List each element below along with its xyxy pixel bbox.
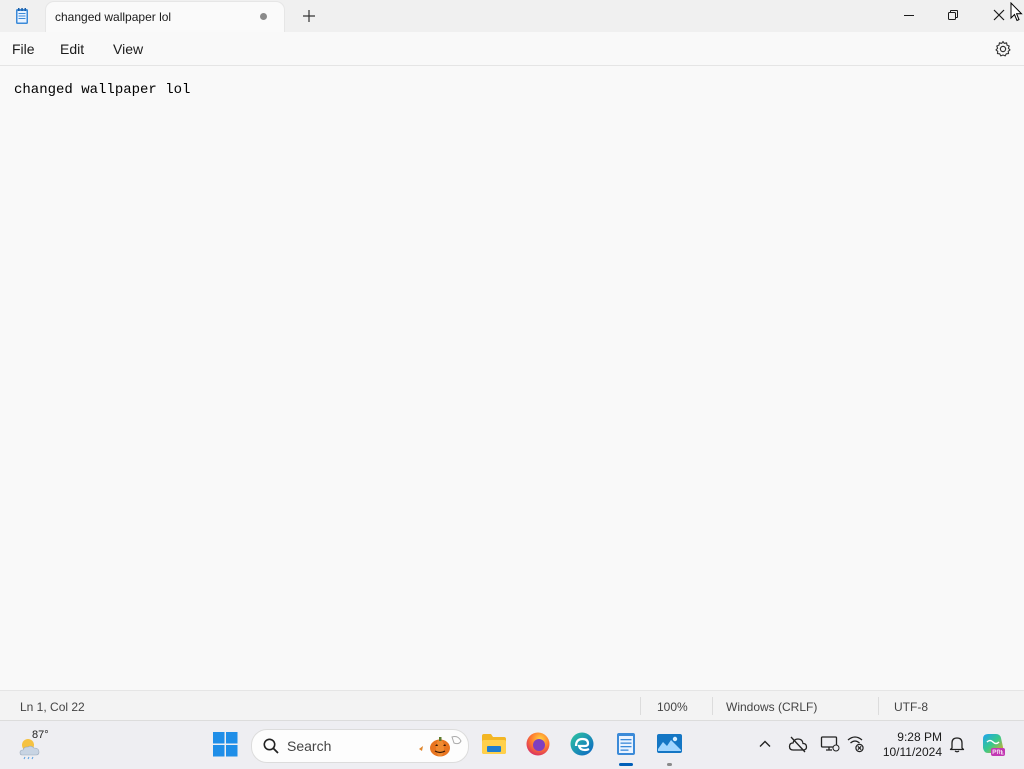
running-app-indicator (667, 763, 672, 766)
unsaved-dot-icon[interactable] (260, 13, 267, 20)
zoom-level[interactable]: 100% (657, 700, 688, 714)
search-placeholder: Search (287, 738, 332, 754)
menu-file[interactable]: File (12, 41, 35, 57)
search-highlight-pumpkin-icon (419, 736, 462, 757)
tab-title: changed wallpaper lol (55, 10, 172, 24)
restore-button[interactable] (930, 0, 976, 30)
photos-icon[interactable] (656, 732, 683, 756)
settings-gear-icon[interactable] (994, 40, 1012, 58)
status-divider (878, 697, 879, 715)
search-icon (263, 738, 279, 754)
mouse-cursor-icon (1010, 2, 1023, 22)
firefox-icon[interactable] (525, 731, 551, 757)
close-icon (993, 9, 1005, 21)
clock-time: 9:28 PM (897, 730, 942, 744)
editor-content[interactable]: changed wallpaper lol (14, 82, 190, 98)
chevron-up-icon[interactable] (758, 737, 772, 751)
status-bar: Ln 1, Col 22 100% Windows (CRLF) UTF-8 (0, 690, 1024, 721)
restore-icon (948, 10, 958, 20)
copilot-icon[interactable] (979, 731, 1007, 759)
status-divider (640, 697, 641, 715)
file-explorer-icon[interactable] (481, 732, 507, 756)
encoding[interactable]: UTF-8 (894, 700, 928, 714)
system-clock[interactable]: 9:28 PM 10/11/2024 (876, 730, 942, 760)
taskbar-search[interactable]: Search (251, 729, 469, 763)
status-divider (712, 697, 713, 715)
network-icon[interactable] (846, 735, 866, 753)
active-app-indicator (619, 763, 633, 766)
document-tab[interactable]: changed wallpaper lol (46, 2, 284, 32)
cursor-position: Ln 1, Col 22 (20, 700, 85, 714)
line-ending[interactable]: Windows (CRLF) (726, 700, 817, 714)
title-bar: changed wallpaper lol (0, 0, 1024, 32)
taskbar: 87° Search 9:28 PM 10/11/2024 (0, 720, 1024, 769)
notepad-icon (16, 8, 28, 24)
edge-icon[interactable] (569, 731, 595, 757)
windows-start-icon[interactable] (213, 732, 238, 757)
text-editor[interactable]: changed wallpaper lol (0, 66, 1024, 690)
weather-temperature: 87° (32, 729, 49, 741)
notification-bell-icon[interactable] (948, 735, 966, 753)
display-icon[interactable] (820, 735, 840, 753)
clock-date: 10/11/2024 (882, 745, 942, 759)
cloud-offline-icon[interactable] (788, 735, 808, 753)
menu-edit[interactable]: Edit (60, 41, 84, 57)
notepad-icon[interactable] (614, 730, 638, 758)
minimize-icon (904, 15, 914, 16)
weather-widget[interactable]: 87° (16, 727, 66, 763)
menu-view[interactable]: View (113, 41, 143, 57)
minimize-button[interactable] (886, 0, 932, 30)
new-tab-plus-icon[interactable] (297, 4, 321, 28)
menu-bar: File Edit View (0, 32, 1024, 66)
